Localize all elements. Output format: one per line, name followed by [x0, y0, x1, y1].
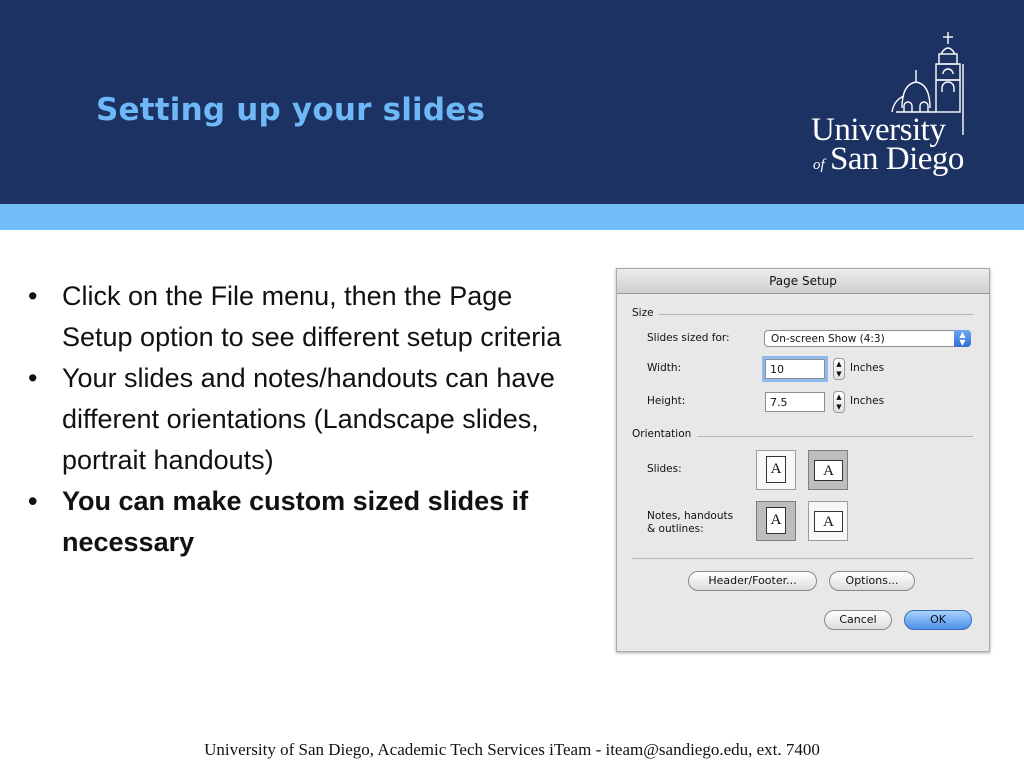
slides-sized-for-select[interactable]: On-screen Show (4:3) ▲ ▼	[764, 330, 971, 347]
bullet-text: Click on the File menu, then the Page Se…	[62, 281, 562, 352]
width-field[interactable]: 10	[765, 359, 825, 379]
logo-of-text: of	[813, 157, 825, 173]
landscape-page-icon: A	[814, 460, 843, 481]
portrait-page-icon: A	[766, 507, 786, 534]
logo-san-diego-text: San Diego	[830, 141, 964, 177]
width-label: Width:	[647, 362, 682, 374]
height-field[interactable]: 7.5	[765, 392, 825, 412]
cancel-button[interactable]: Cancel	[824, 610, 892, 630]
slides-orientation-label: Slides:	[647, 463, 682, 475]
height-label: Height:	[647, 395, 686, 407]
notes-portrait-button[interactable]: A	[756, 501, 796, 541]
size-group-divider	[659, 314, 973, 315]
portrait-page-icon: A	[766, 456, 786, 483]
options-button[interactable]: Options...	[829, 571, 915, 591]
height-unit: Inches	[850, 395, 885, 407]
header-footer-button[interactable]: Header/Footer...	[688, 571, 817, 591]
page-setup-dialog: Page Setup Size Slides sized for: On-scr…	[616, 268, 990, 652]
slides-sized-for-label: Slides sized for:	[647, 332, 730, 344]
bullet-symbol: •	[28, 281, 38, 311]
orientation-group-label: Orientation	[632, 428, 692, 440]
bullet-list: • Click on the File menu, then the Page …	[28, 276, 568, 563]
slide-footer: University of San Diego, Academic Tech S…	[204, 740, 820, 759]
slide-title: Setting up your slides	[96, 92, 486, 128]
bullet-symbol: •	[28, 486, 38, 516]
width-unit: Inches	[850, 362, 885, 374]
orientation-group-divider	[697, 436, 973, 437]
size-group-label: Size	[632, 307, 654, 319]
buttons-divider	[632, 558, 973, 559]
university-logo: University of San Diego	[808, 30, 978, 190]
bullet-symbol: •	[28, 363, 38, 393]
landscape-page-icon: A	[814, 511, 843, 532]
select-arrows-icon: ▲ ▼	[954, 330, 971, 347]
height-stepper[interactable]: ▲ ▼	[833, 391, 845, 413]
width-stepper[interactable]: ▲ ▼	[833, 358, 845, 380]
bullet-item: • Click on the File menu, then the Page …	[28, 276, 568, 358]
slides-sized-for-value: On-screen Show (4:3)	[771, 333, 885, 345]
bullet-item: • You can make custom sized slides if ne…	[28, 481, 568, 563]
accent-band	[0, 204, 1024, 230]
bullet-item: • Your slides and notes/handouts can hav…	[28, 358, 568, 481]
bullet-text: You can make custom sized slides if nece…	[62, 486, 529, 557]
notes-orientation-label-line1: Notes, handouts	[647, 510, 734, 522]
slides-portrait-button[interactable]: A	[756, 450, 796, 490]
notes-orientation-label-line2: & outlines:	[647, 523, 704, 535]
notes-landscape-button[interactable]: A	[808, 501, 848, 541]
bullet-text: Your slides and notes/handouts can have …	[62, 363, 555, 475]
dialog-title: Page Setup	[617, 269, 989, 294]
slides-landscape-button[interactable]: A	[808, 450, 848, 490]
ok-button[interactable]: OK	[904, 610, 972, 630]
